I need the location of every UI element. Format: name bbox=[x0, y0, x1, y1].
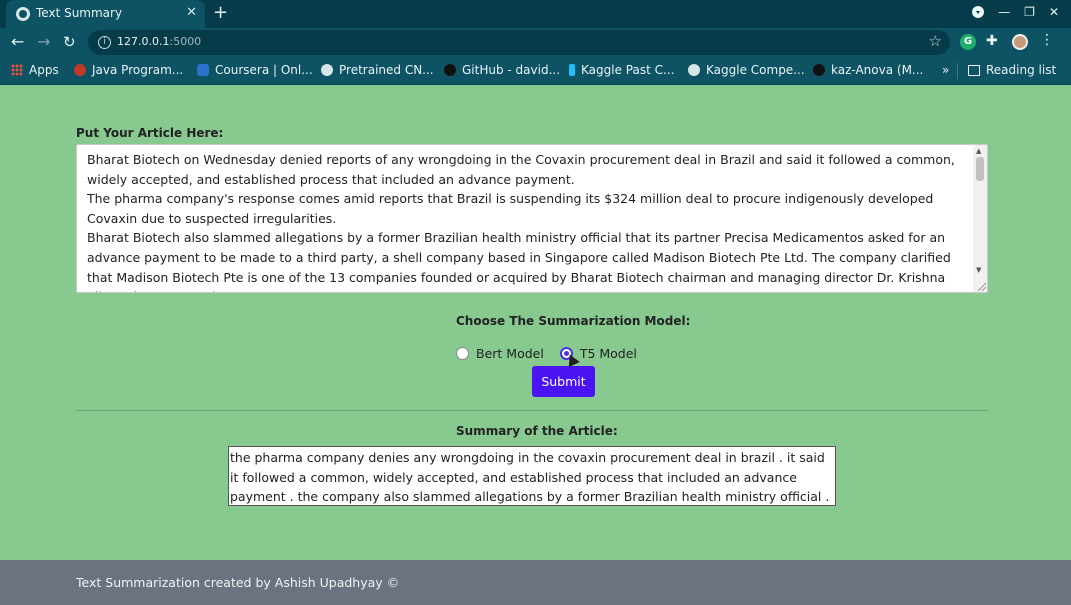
apps-grid-icon bbox=[11, 64, 23, 76]
minimize-icon[interactable]: — bbox=[998, 5, 1010, 19]
bookmark-kaggle-compe[interactable]: Kaggle Compe... bbox=[688, 63, 805, 77]
extensions-puzzle-icon[interactable]: ✚ bbox=[986, 33, 1002, 49]
summary-text: the pharma company denies any wrongdoing… bbox=[230, 450, 830, 504]
reading-list-button[interactable]: Reading list bbox=[968, 63, 1056, 77]
textarea-scrollbar[interactable]: ▲ ▼ bbox=[973, 145, 987, 292]
info-icon[interactable]: i bbox=[98, 36, 111, 49]
github-icon bbox=[444, 64, 456, 76]
bookmark-coursera[interactable]: Coursera | Onl... bbox=[197, 63, 313, 77]
article-textarea[interactable]: Bharat Biotech on Wednesday denied repor… bbox=[76, 144, 988, 293]
globe-icon bbox=[321, 64, 333, 76]
tab-title: Text Summary bbox=[36, 6, 123, 20]
profile-avatar[interactable] bbox=[1012, 34, 1028, 50]
coursera-icon bbox=[197, 64, 209, 76]
forward-arrow-icon[interactable]: → bbox=[37, 32, 50, 52]
bookmarks-bar: Apps Java Program... Coursera | Onl... P… bbox=[0, 57, 1071, 85]
model-radio-group: Bert Model T5 Model bbox=[456, 346, 653, 361]
bookmark-github[interactable]: GitHub - david... bbox=[444, 63, 560, 77]
bert-model-label[interactable]: Bert Model bbox=[476, 346, 544, 361]
kebab-menu-icon[interactable]: ⋮ bbox=[1040, 32, 1056, 48]
scroll-thumb[interactable] bbox=[976, 157, 984, 181]
summary-box: the pharma company denies any wrongdoing… bbox=[228, 446, 836, 506]
browser-toolbar: ← → ↻ i 127.0.0.1:5000 ☆ G ✚ ⋮ bbox=[0, 28, 1071, 57]
globe-icon bbox=[16, 7, 30, 21]
tab-text-summary[interactable]: Text Summary ✕ bbox=[6, 0, 205, 28]
window-controls: — ❐ ✕ bbox=[972, 5, 1059, 19]
t5-model-label[interactable]: T5 Model bbox=[580, 346, 637, 361]
article-label: Put Your Article Here: bbox=[76, 126, 224, 140]
bookmark-star-icon[interactable]: ☆ bbox=[929, 32, 942, 50]
tab-strip: Text Summary ✕ + — ❐ ✕ bbox=[0, 0, 1071, 28]
summary-label: Summary of the Article: bbox=[456, 424, 618, 438]
github-icon bbox=[813, 64, 825, 76]
kaggle-icon bbox=[569, 64, 575, 76]
model-choice-label: Choose The Summarization Model: bbox=[456, 314, 691, 328]
submit-button[interactable]: Submit bbox=[532, 366, 595, 397]
bookmark-pretrained-cn[interactable]: Pretrained CN... bbox=[321, 63, 434, 77]
scroll-down-arrow-icon[interactable]: ▼ bbox=[976, 266, 981, 274]
url-text[interactable]: 127.0.0.1:5000 bbox=[117, 35, 201, 48]
java-icon bbox=[74, 64, 86, 76]
bert-model-radio[interactable] bbox=[456, 347, 469, 360]
resize-grip-icon[interactable] bbox=[978, 283, 986, 291]
new-tab-icon[interactable]: + bbox=[213, 2, 228, 23]
back-arrow-icon[interactable]: ← bbox=[11, 32, 24, 52]
close-tab-icon[interactable]: ✕ bbox=[186, 5, 197, 20]
bookmark-kaz-anova[interactable]: kaz-Anova (M... bbox=[813, 63, 923, 77]
bookmark-kaggle-past[interactable]: Kaggle Past C... bbox=[569, 63, 674, 77]
scroll-up-arrow-icon[interactable]: ▲ bbox=[976, 147, 981, 155]
restore-icon[interactable]: ❐ bbox=[1024, 5, 1035, 19]
reload-icon[interactable]: ↻ bbox=[63, 32, 76, 52]
address-bar[interactable]: i 127.0.0.1:5000 ☆ bbox=[88, 30, 950, 55]
bookmark-apps[interactable]: Apps bbox=[11, 63, 59, 77]
footer: Text Summarization created by Ashish Upa… bbox=[0, 560, 1071, 605]
page-body: Put Your Article Here: Bharat Biotech on… bbox=[0, 85, 1071, 560]
globe-icon bbox=[688, 64, 700, 76]
tab-search-icon[interactable] bbox=[972, 6, 985, 18]
footer-credit: Text Summarization created by Ashish Upa… bbox=[76, 575, 400, 590]
bookmarks-divider bbox=[957, 63, 958, 79]
bookmark-java-program[interactable]: Java Program... bbox=[74, 63, 183, 77]
close-window-icon[interactable]: ✕ bbox=[1049, 5, 1059, 19]
section-divider bbox=[76, 410, 988, 411]
article-text[interactable]: Bharat Biotech on Wednesday denied repor… bbox=[87, 150, 967, 292]
bookmarks-overflow-icon[interactable]: » bbox=[942, 63, 949, 77]
grammarly-extension-icon[interactable]: G bbox=[960, 34, 976, 50]
reading-list-icon bbox=[968, 65, 980, 76]
